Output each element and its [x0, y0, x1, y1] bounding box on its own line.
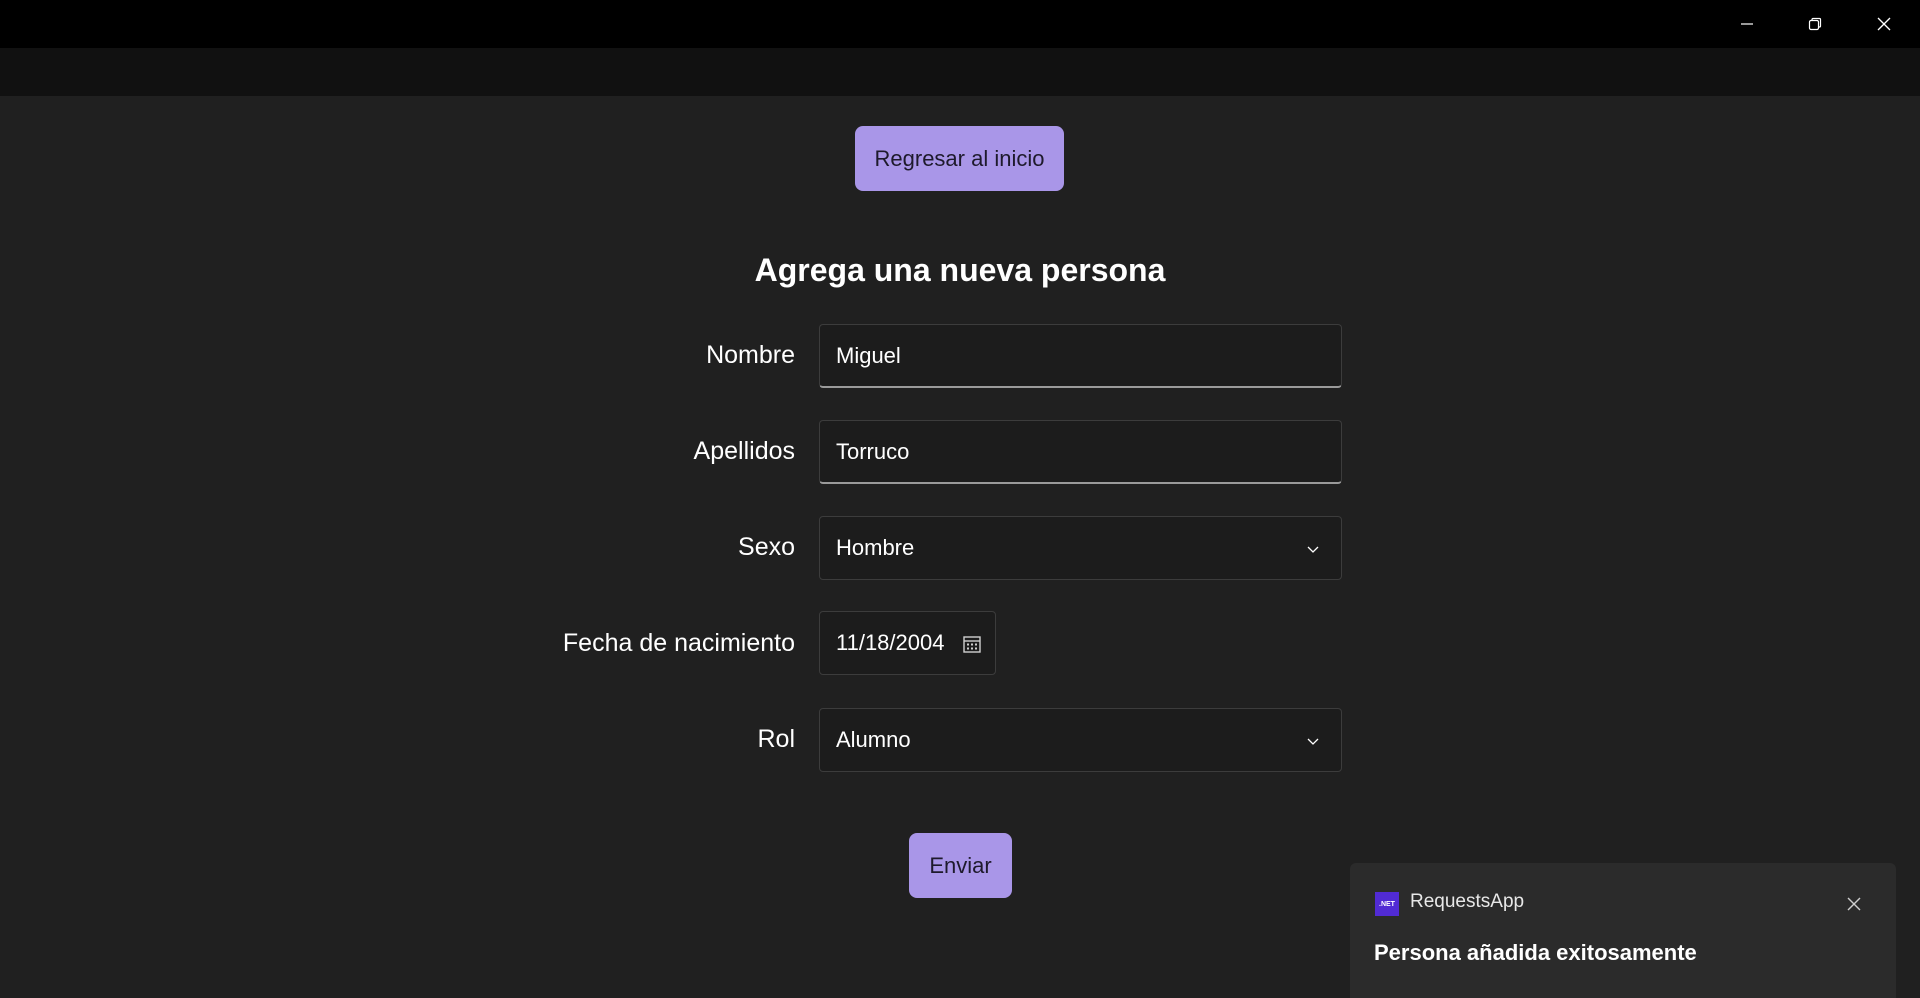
calendar-icon[interactable]	[962, 634, 982, 654]
nombre-label: Nombre	[706, 341, 795, 369]
close-icon	[1877, 17, 1891, 31]
sexo-label: Sexo	[738, 533, 795, 561]
fecha-date-picker[interactable]: 11/18/2004	[819, 611, 996, 675]
sexo-select[interactable]: Hombre	[819, 516, 1342, 580]
rol-select[interactable]: Alumno	[819, 708, 1342, 772]
minimize-button[interactable]	[1713, 0, 1781, 48]
restore-icon	[1808, 17, 1822, 31]
toast-message: Persona añadida exitosamente	[1374, 940, 1697, 965]
dotnet-app-icon: .NET	[1375, 892, 1399, 916]
back-home-button[interactable]: Regresar al inicio	[855, 126, 1064, 191]
chevron-down-icon	[1307, 738, 1319, 745]
close-icon	[1847, 897, 1861, 911]
page-title: Agrega una nueva persona	[754, 252, 1166, 288]
submit-button[interactable]: Enviar	[909, 833, 1012, 898]
minimize-icon	[1741, 23, 1753, 25]
nombre-input[interactable]	[819, 324, 1342, 388]
chevron-down-icon	[1307, 546, 1319, 553]
sexo-selected-value: Hombre	[836, 535, 915, 560]
restore-button[interactable]	[1781, 0, 1849, 48]
toast-app-name: RequestsApp	[1410, 891, 1525, 912]
fecha-value: 11/18/2004	[836, 630, 945, 655]
rol-selected-value: Alumno	[836, 727, 911, 752]
toast-close-button[interactable]	[1842, 892, 1866, 916]
navigation-bar	[0, 48, 1920, 96]
apellidos-label: Apellidos	[693, 437, 795, 465]
toast-notification[interactable]: .NET RequestsApp Persona añadida exitosa…	[1350, 863, 1896, 998]
close-window-button[interactable]	[1850, 0, 1918, 48]
title-bar	[0, 0, 1920, 48]
rol-label: Rol	[757, 725, 795, 753]
fecha-label: Fecha de nacimiento	[562, 629, 795, 657]
apellidos-input[interactable]	[819, 420, 1342, 484]
